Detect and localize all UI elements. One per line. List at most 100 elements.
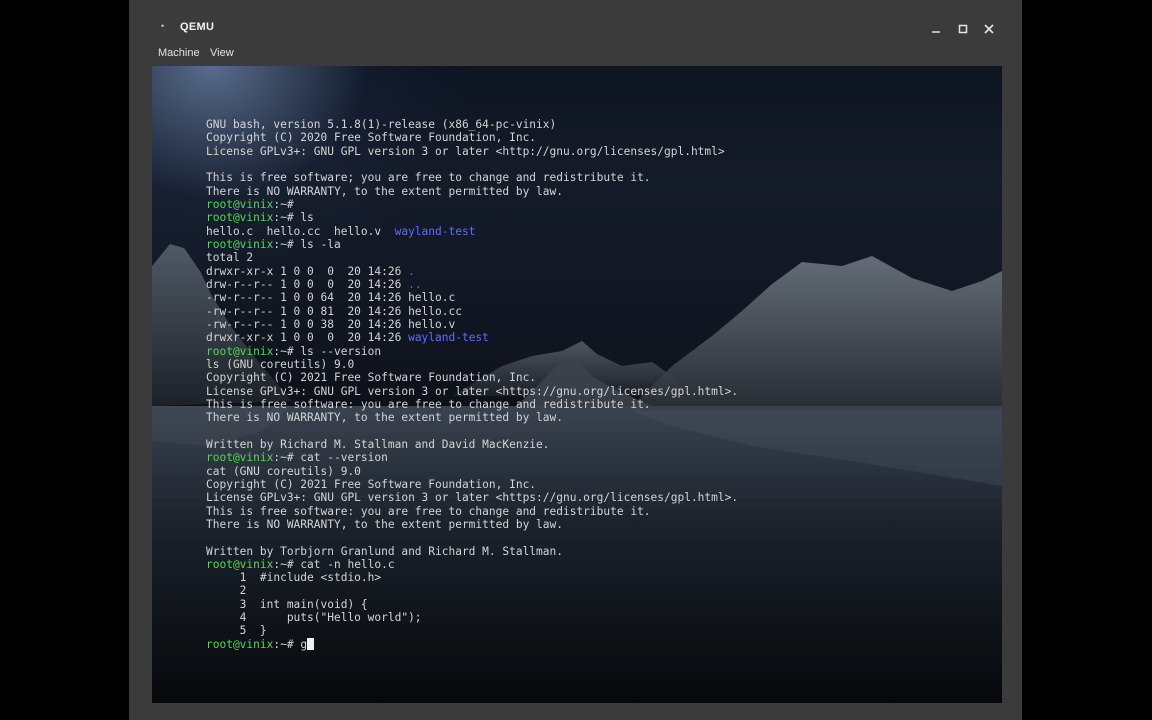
menu-bar: Machine View [129,43,1022,65]
output-text: License GPLv3+: GNU GPL version 3 or lat… [206,144,725,158]
terminal-line: Copyright (C) 2020 Free Software Foundat… [206,131,996,144]
terminal-line: 5 } [206,624,996,637]
output-text: There is NO WARRANTY, to the extent perm… [206,184,563,198]
terminal-line: There is NO WARRANTY, to the extent perm… [206,518,996,531]
terminal-line: Written by Torbjorn Granlund and Richard… [206,545,996,558]
terminal-line: There is NO WARRANTY, to the extent perm… [206,185,996,198]
shell-prompt: root@vinix [206,237,274,251]
terminal-line: GNU bash, version 5.1.8(1)-release (x86_… [206,118,996,131]
prompt-suffix: :~# [273,237,301,251]
terminal-line: Copyright (C) 2021 Free Software Foundat… [206,478,996,491]
output-text: License GPLv3+: GNU GPL version 3 or lat… [206,384,739,398]
terminal-line: drw-r--r-- 1 0 0 0 20 14:26 .. [206,278,996,291]
command-text: ls [300,211,314,225]
text-cursor [307,637,315,650]
terminal-prompt-line: root@vinix:~# [206,198,996,211]
output-text: There is NO WARRANTY, to the extent perm… [206,411,563,425]
terminal-line: 3 int main(void) { [206,598,996,611]
title-bar[interactable]: • QEMU [129,15,1022,43]
output-text: -rw-r--r-- 1 0 0 38 20 14:26 hello.v [206,317,456,331]
terminal-line: Written by Richard M. Stallman and David… [206,438,996,451]
window-menu-icon[interactable]: • [161,22,167,31]
output-text: drwxr-xr-x 1 0 0 0 20 14:26 [206,331,409,345]
terminal-prompt-line: root@vinix:~# ls -la [206,238,996,251]
terminal-line: cat (GNU coreutils) 9.0 [206,465,996,478]
directory-entry: wayland-test [408,331,489,345]
directory-entry: wayland-test [394,224,476,238]
minimize-button[interactable] [926,19,946,39]
terminal-line: ls (GNU coreutils) 9.0 [206,358,996,371]
output-text: 3 int main(void) { [206,597,368,611]
terminal-line: -rw-r--r-- 1 0 0 64 20 14:26 hello.c [206,291,996,304]
output-text: cat (GNU coreutils) 9.0 [206,464,361,478]
terminal-line: -rw-r--r-- 1 0 0 81 20 14:26 hello.cc [206,305,996,318]
terminal-prompt-line: root@vinix:~# g [206,637,996,651]
menu-view[interactable]: View [210,47,234,59]
terminal-prompt-line: root@vinix:~# ls [206,211,996,224]
output-text: Copyright (C) 2021 Free Software Foundat… [206,371,537,385]
output-text: 1 #include <stdio.h> [206,571,382,585]
prompt-suffix: :~# [273,197,301,211]
output-text: drw-r--r-- 1 0 0 0 20 14:26 [206,277,409,291]
output-text: Copyright (C) 2020 Free Software Foundat… [206,131,537,145]
output-text: This is free software: you are free to c… [206,397,651,411]
terminal-line: 4 puts("Hello world"); [206,611,996,624]
output-text: -rw-r--r-- 1 0 0 64 20 14:26 hello.c [206,291,456,305]
terminal-line: This is free software: you are free to c… [206,398,996,411]
terminal-line: hello.c hello.cc hello.v wayland-test [206,225,996,238]
close-icon [984,24,994,34]
terminal-line: total 2 [206,251,996,264]
terminal-prompt-line: root@vinix:~# cat -n hello.c [206,558,996,571]
output-text: Written by Torbjorn Granlund and Richard… [206,544,563,558]
shell-prompt: root@vinix [206,211,274,225]
directory-entry: . [408,264,415,278]
output-text: ls (GNU coreutils) 9.0 [206,357,355,371]
window-title: QEMU [180,21,215,33]
terminal-line: -rw-r--r-- 1 0 0 38 20 14:26 hello.v [206,318,996,331]
terminal-line: 1 #include <stdio.h> [206,571,996,584]
shell-prompt: root@vinix [206,557,274,571]
output-text: 4 puts("Hello world"); [206,611,422,625]
prompt-suffix: :~# [273,451,301,465]
maximize-button[interactable] [953,19,973,39]
output-text: Written by Richard M. Stallman and David… [206,437,550,451]
close-button[interactable] [979,19,999,39]
prompt-suffix: :~# [273,637,301,651]
shell-prompt: root@vinix [206,344,274,358]
command-text: cat -n hello.c [300,557,395,571]
output-text: License GPLv3+: GNU GPL version 3 or lat… [206,491,739,505]
terminal-prompt-line: root@vinix:~# cat --version [206,451,996,464]
command-text: ls --version [300,344,382,358]
vm-display[interactable]: GNU bash, version 5.1.8(1)-release (x86_… [152,66,1002,703]
terminal-line: Copyright (C) 2021 Free Software Foundat… [206,371,996,384]
shell-prompt: root@vinix [206,637,274,651]
maximize-icon [958,24,968,34]
menu-machine[interactable]: Machine [158,47,200,59]
terminal-line: There is NO WARRANTY, to the extent perm… [206,411,996,424]
command-text: cat --version [300,451,388,465]
output-text: -rw-r--r-- 1 0 0 81 20 14:26 hello.cc [206,304,462,318]
output-text: There is NO WARRANTY, to the extent perm… [206,517,563,531]
prompt-suffix: :~# [273,557,301,571]
output-text: total 2 [206,251,254,265]
output-text: drwxr-xr-x 1 0 0 0 20 14:26 [206,264,409,278]
output-text: GNU bash, version 5.1.8(1)-release (x86_… [206,118,557,131]
terminal-line: License GPLv3+: GNU GPL version 3 or lat… [206,491,996,504]
qemu-window: • QEMU Machine View GNU bash, version 5.… [129,0,1022,720]
terminal-line: drwxr-xr-x 1 0 0 0 20 14:26 . [206,265,996,278]
output-text: Copyright (C) 2021 Free Software Foundat… [206,477,537,491]
directory-entry: .. [408,277,422,291]
command-text: g [300,637,308,651]
letterbox-right [1022,0,1152,720]
minimize-icon [932,31,940,33]
output-text: This is free software; you are free to c… [206,171,651,185]
terminal-output[interactable]: GNU bash, version 5.1.8(1)-release (x86_… [206,118,996,651]
terminal-line: This is free software; you are free to c… [206,171,996,184]
prompt-suffix: :~# [273,211,301,225]
terminal-line: 2 [206,584,996,597]
shell-prompt: root@vinix [206,197,274,211]
output-text: This is free software: you are free to c… [206,504,651,518]
